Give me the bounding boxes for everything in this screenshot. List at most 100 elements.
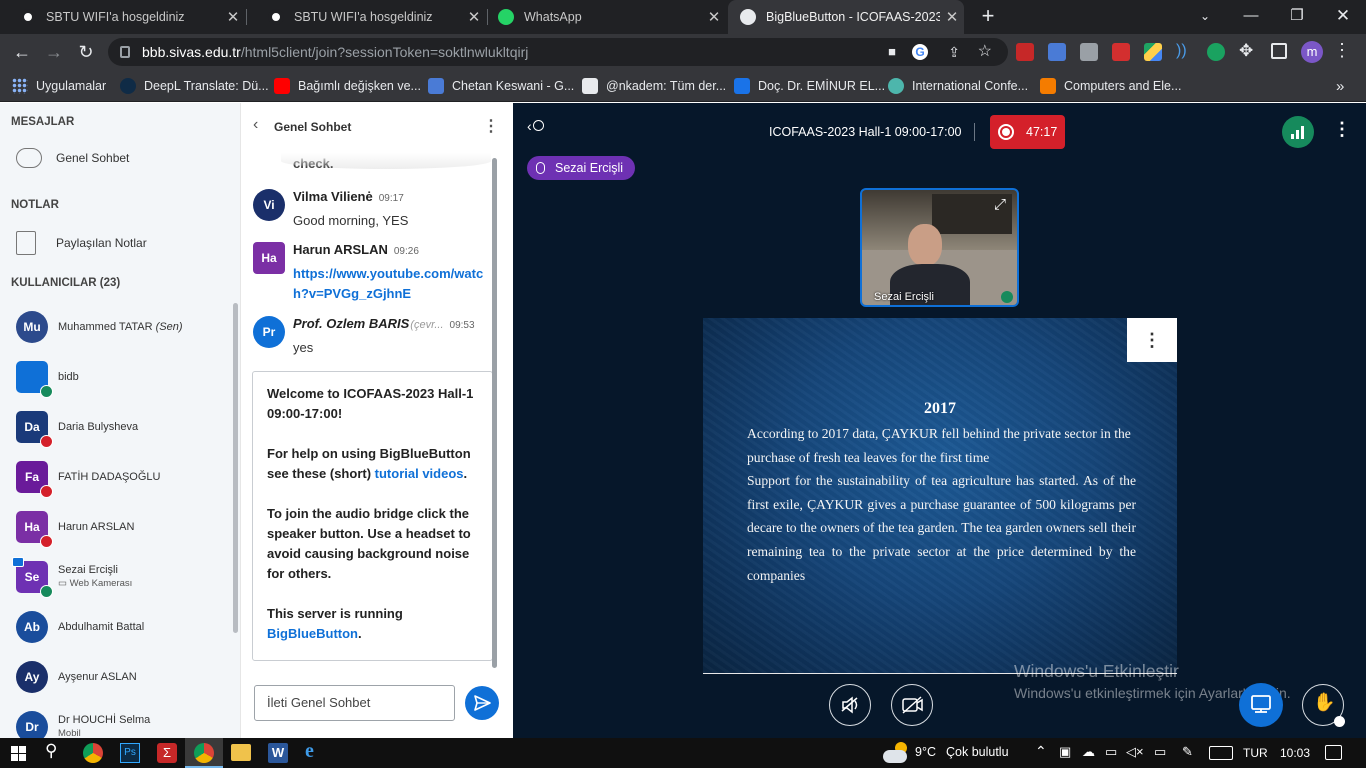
restore-button[interactable]: ❐ [1274, 0, 1320, 34]
pen-icon[interactable]: ✎ [1182, 744, 1193, 760]
browser-tab-wifi-2[interactable]: SBTU WIFI'a hosgeldiniz ✕ [248, 0, 486, 34]
share-webcam-button[interactable] [891, 684, 933, 726]
bookmark-chetan[interactable]: Chetan Keswani - G... [428, 70, 574, 102]
user-list-scrollbar[interactable] [233, 303, 238, 633]
bookmark-nkadem[interactable]: @nkadem: Tüm der... [582, 70, 726, 102]
extension-icon[interactable] [1080, 43, 1098, 61]
toggle-userlist-icon[interactable]: ‹ [527, 118, 544, 134]
browser-tab-bigbluebutton[interactable]: BigBlueButton - ICOFAAS-2023 H ✕ [728, 0, 964, 34]
extension-icon[interactable] [1016, 43, 1034, 61]
user-list-item[interactable]: Ha Harun ARSLAN [16, 511, 226, 548]
google-lens-icon[interactable]: G [912, 44, 928, 60]
tutorial-videos-link[interactable]: tutorial videos [375, 466, 464, 481]
camera-blocked-icon[interactable]: ■ [888, 38, 896, 66]
back-button[interactable]: ← [10, 40, 34, 64]
bookmark-apps[interactable]: Uygulamalar [12, 70, 106, 102]
bookmark-elsevier[interactable]: Computers and Ele... [1040, 70, 1181, 102]
presentation-options-icon[interactable]: ⋮ [1127, 318, 1177, 362]
send-message-button[interactable] [465, 686, 499, 720]
extension-icon[interactable] [1207, 43, 1225, 61]
close-tab-icon[interactable]: ✕ [221, 8, 245, 26]
browser-tab-whatsapp[interactable]: WhatsApp ✕ [488, 0, 726, 34]
connection-status-icon[interactable] [1282, 116, 1314, 148]
chat-header: ‹ Genel Sohbet ⋮ [241, 103, 514, 149]
file-explorer-icon[interactable] [231, 744, 251, 761]
user-list-item[interactable]: Fa FATİH DADAŞOĞLU [16, 461, 226, 498]
battery-icon[interactable]: ▭ [1154, 744, 1166, 760]
google-translate-extension-icon[interactable] [1048, 43, 1066, 61]
browser-menu-icon[interactable]: ⋮ [1333, 40, 1351, 61]
presentation-toggle-button[interactable] [1239, 683, 1283, 727]
user-list-item[interactable]: Ay Ayşenur ASLAN [16, 661, 226, 693]
chevron-left-icon[interactable]: ‹ [253, 116, 258, 134]
minimize-button[interactable]: — [1228, 0, 1274, 34]
recording-indicator[interactable]: 47:17 [990, 115, 1065, 149]
fullscreen-icon[interactable]: ⤢ [994, 196, 1006, 213]
bigbluebutton-link[interactable]: BigBlueButton [267, 626, 358, 641]
keyboard-icon[interactable] [1209, 746, 1233, 760]
profile-avatar[interactable]: m [1301, 41, 1323, 63]
forward-button[interactable]: → [42, 40, 66, 64]
options-menu-icon[interactable]: ⋮ [1333, 119, 1351, 140]
windows-start-icon[interactable] [11, 746, 26, 761]
window-close-button[interactable]: ✕ [1320, 0, 1366, 34]
read-aloud-extension-icon[interactable]: )) [1176, 42, 1187, 60]
youtube-extension-icon[interactable] [1112, 43, 1130, 61]
bookmark-conference[interactable]: International Confe... [888, 70, 1028, 102]
chevron-up-icon[interactable]: ⌃ [1035, 743, 1047, 760]
browser-tab-wifi-1[interactable]: SBTU WIFI'a hosgeldiniz ✕ [0, 0, 245, 34]
chat-scrollbar[interactable] [492, 158, 497, 668]
close-tab-icon[interactable]: ✕ [462, 8, 486, 26]
message-link[interactable]: https://www.youtube.com/watc h?v=PVGg_zGj… [293, 266, 483, 301]
webcam-video[interactable]: ⤢ Sezai Ercişli [860, 188, 1019, 307]
bookmark-star-icon[interactable]: ☆ [978, 38, 992, 66]
input-language[interactable]: TUR [1243, 746, 1268, 760]
volume-muted-icon[interactable]: ◁× [1126, 744, 1144, 760]
user-list-item[interactable]: Se Sezai Ercişli ▭ Web Kamerası [12, 557, 226, 598]
tab-search-icon[interactable]: ⌄ [1182, 0, 1228, 34]
bookmark-youtube[interactable]: Bağımlı değişken ve... [274, 70, 421, 102]
more-bookmarks-icon[interactable]: » [1336, 70, 1344, 102]
shared-notes-label: Paylaşılan Notlar [56, 236, 147, 250]
mic-icon [1001, 291, 1013, 303]
weather-description[interactable]: Çok bulutlu [946, 745, 1009, 759]
photoshop-icon[interactable]: Ps [120, 743, 140, 763]
user-list-item[interactable]: Ab Abdulhamit Battal [16, 611, 226, 643]
chat-message-input[interactable]: İleti Genel Sohbet [254, 685, 455, 721]
onedrive-icon[interactable]: ☁ [1082, 744, 1095, 760]
user-list-item[interactable]: Da Daria Bulysheva [16, 411, 226, 448]
search-icon[interactable]: ⚲ [45, 741, 57, 761]
notifications-icon[interactable] [1325, 745, 1342, 760]
word-icon[interactable]: W [268, 743, 288, 763]
user-list-item[interactable]: Mu Muhammed TATAR (Sen) [16, 311, 226, 343]
headphones-icon [40, 385, 53, 398]
new-tab-button[interactable]: + [976, 4, 1000, 28]
network-icon[interactable]: ▭ [1105, 744, 1117, 760]
bookmark-eminur[interactable]: Doç. Dr. EMİNUR EL... [734, 70, 885, 102]
raise-hand-button[interactable]: ✋ [1302, 684, 1345, 727]
user-list-item[interactable]: bidb [16, 361, 226, 398]
share-icon[interactable]: ⇪ [948, 38, 960, 66]
reload-button[interactable]: ↻ [74, 40, 98, 64]
weather-cloud-icon[interactable] [883, 742, 909, 764]
bookmark-label: @nkadem: Tüm der... [606, 79, 727, 93]
chat-options-icon[interactable]: ⋮ [483, 116, 499, 136]
google-drive-extension-icon[interactable] [1144, 43, 1162, 61]
side-panel-icon[interactable] [1271, 43, 1287, 59]
weather-temperature[interactable]: 9°C [915, 745, 936, 759]
meet-now-icon[interactable]: ▣ [1059, 744, 1071, 760]
public-chat-item[interactable]: Genel Sohbet [16, 148, 129, 168]
chrome-icon[interactable] [83, 743, 103, 763]
extensions-puzzle-icon[interactable]: ✥ [1239, 41, 1253, 61]
close-tab-icon[interactable]: ✕ [702, 8, 726, 26]
shared-notes-item[interactable]: Paylaşılan Notlar [16, 231, 147, 255]
sigma-app-icon[interactable]: Σ [157, 743, 177, 763]
talking-indicator[interactable]: Sezai Ercişli [527, 156, 636, 180]
address-bar[interactable]: bbb.sivas.edu.tr/html5client/join?sessio… [108, 38, 1008, 66]
active-chrome-taskbar-item[interactable] [185, 738, 223, 768]
internet-explorer-icon[interactable]: e [305, 740, 314, 763]
close-tab-icon[interactable]: ✕ [940, 8, 964, 26]
clock[interactable]: 10:03 [1280, 746, 1310, 760]
leave-audio-button[interactable] [829, 684, 871, 726]
bookmark-deepl[interactable]: DeepL Translate: Dü... [120, 70, 269, 102]
